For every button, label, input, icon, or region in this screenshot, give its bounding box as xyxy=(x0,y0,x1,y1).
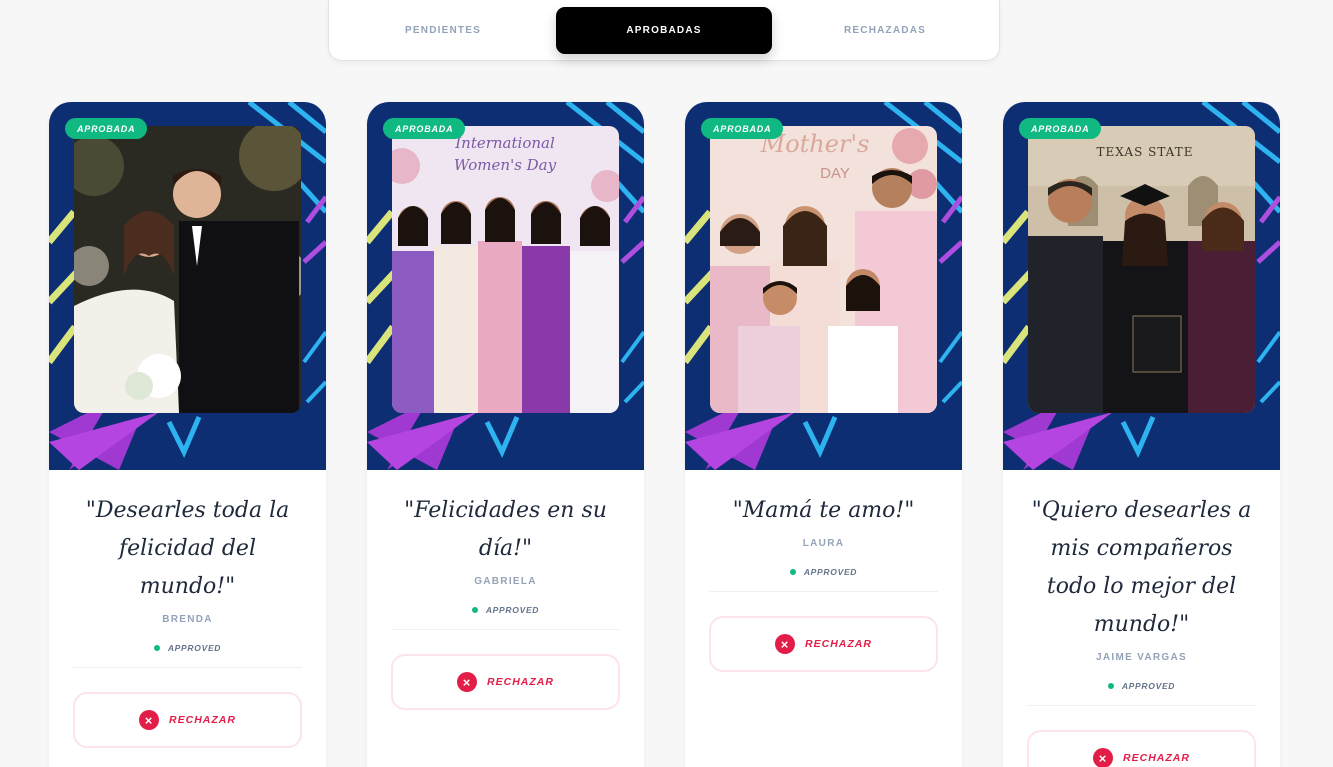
photo-frame: Mother's DAY xyxy=(685,102,962,470)
divider xyxy=(709,591,938,592)
reject-button[interactable]: × RECHAZAR xyxy=(709,616,938,672)
reject-button[interactable]: × RECHAZAR xyxy=(391,654,620,710)
status-label: APPROVED xyxy=(485,605,540,615)
photo-frame: TEXAS STATE xyxy=(1003,102,1280,470)
close-circle-icon: × xyxy=(775,634,796,654)
tab-rechazadas[interactable]: RECHAZADAS xyxy=(777,7,993,54)
tab-aprobadas[interactable]: APROBADAS xyxy=(556,7,772,54)
reject-button[interactable]: × RECHAZAR xyxy=(1027,730,1256,767)
status-label: APPROVED xyxy=(803,567,858,577)
card-author: JAIME VARGAS xyxy=(1096,652,1187,663)
womens-day-photo: International Women's Day xyxy=(392,126,619,413)
status-dot-icon xyxy=(789,569,796,575)
photo-text: TEXAS STATE xyxy=(1097,145,1194,159)
approved-badge: APROBADA xyxy=(65,118,148,139)
status-tabs: PENDIENTES APROBADAS RECHAZADAS xyxy=(328,0,1000,61)
photo-text-line-1: International xyxy=(454,134,555,152)
card-author: BRENDA xyxy=(162,614,213,625)
card-message: "Desearles toda la felicidad del mundo!" xyxy=(85,498,290,599)
tab-pendientes[interactable]: PENDIENTES xyxy=(335,7,551,54)
status-dot-icon xyxy=(153,645,160,651)
status-indicator: APPROVED xyxy=(49,643,326,653)
close-circle-icon: × xyxy=(457,672,478,692)
mothers-day-photo: Mother's DAY xyxy=(710,126,937,413)
reject-label: RECHAZAR xyxy=(487,676,554,688)
graduation-photo: TEXAS STATE xyxy=(1028,126,1255,413)
status-dot-icon xyxy=(1107,683,1114,689)
status-dot-icon xyxy=(471,607,478,613)
photo-text-line-2: DAY xyxy=(820,165,850,182)
card-author: GABRIELA xyxy=(474,576,537,587)
wedding-photo xyxy=(74,126,301,413)
card-message: "Quiero desearles a mis compañeros todo … xyxy=(1031,498,1252,637)
status-label: APPROVED xyxy=(167,643,222,653)
photo-text-line-2: Women's Day xyxy=(454,156,557,174)
message-card: TEXAS STATE APROBADA "Quiero desearles a… xyxy=(1003,102,1280,767)
close-circle-icon: × xyxy=(139,710,160,730)
message-card: International Women's Day APROBADA "Feli… xyxy=(367,102,644,767)
reject-label: RECHAZAR xyxy=(805,638,872,650)
card-author: LAURA xyxy=(802,538,845,549)
photo-frame: International Women's Day xyxy=(367,102,644,470)
reject-label: RECHAZAR xyxy=(1123,752,1190,764)
status-indicator: APPROVED xyxy=(1003,681,1280,691)
message-card: Mother's DAY APROBADA "Mamá te amo!" LAU… xyxy=(685,102,962,767)
divider xyxy=(1027,705,1256,706)
message-card: APROBADA "Desearles toda la felicidad de… xyxy=(49,102,326,767)
divider xyxy=(73,667,302,668)
card-message: "Mamá te amo!" xyxy=(732,498,915,523)
reject-button[interactable]: × RECHAZAR xyxy=(73,692,302,748)
card-message: "Felicidades en su día!" xyxy=(404,498,607,561)
approved-badge: APROBADA xyxy=(701,118,784,139)
approved-badge: APROBADA xyxy=(1019,118,1102,139)
reject-label: RECHAZAR xyxy=(169,714,236,726)
approved-badge: APROBADA xyxy=(383,118,466,139)
status-label: APPROVED xyxy=(1121,681,1176,691)
close-circle-icon: × xyxy=(1093,748,1114,767)
photo-frame xyxy=(49,102,326,470)
status-indicator: APPROVED xyxy=(367,605,644,615)
status-indicator: APPROVED xyxy=(685,567,962,577)
divider xyxy=(391,629,620,630)
